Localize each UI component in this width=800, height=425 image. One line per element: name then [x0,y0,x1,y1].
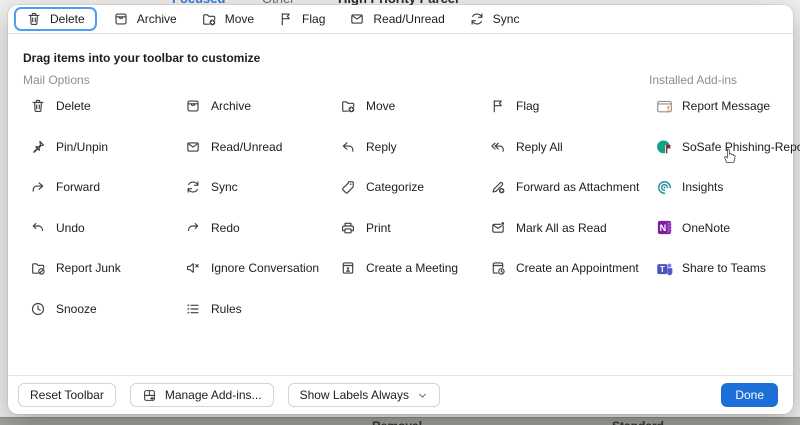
mail-option-ignore-conversation[interactable]: Ignore Conversation [185,260,340,276]
svg-text:N: N [660,223,667,233]
mail-option-undo[interactable]: Undo [30,220,185,236]
reset-toolbar-button[interactable]: Reset Toolbar [18,383,116,407]
pin-icon [30,139,46,155]
toolbar-item-move[interactable]: Move [189,7,266,31]
addin-onenote[interactable]: NOneNote [649,208,789,249]
redo-icon [185,220,201,236]
move-icon [340,98,356,114]
addin-report-message[interactable]: Report Message [649,86,789,127]
print-icon [340,220,356,236]
mail-option-categorize[interactable]: Categorize [340,179,490,195]
read-unread-icon [349,11,365,27]
flag-icon [278,11,294,27]
mail-option-forward[interactable]: Forward [30,179,185,195]
mail-options-header: Mail Options [23,73,90,87]
mail-option-rules[interactable]: Rules [185,301,340,317]
mail-option-read-unread[interactable]: Read/Unread [185,139,340,155]
sync-icon [469,11,485,27]
read-unread-icon [185,139,201,155]
create-meeting-icon [340,260,356,276]
insights-icon [656,179,673,196]
categorize-icon [340,179,356,195]
drag-hint-text: Drag items into your toolbar to customiz… [23,51,260,65]
forward-icon [30,179,46,195]
report-message-icon [656,98,673,115]
mail-option-mark-all-as-read[interactable]: Mark All as Read [490,220,668,236]
mail-option-print[interactable]: Print [340,220,490,236]
ignore-conversation-icon [185,260,201,276]
sync-icon [185,179,201,195]
mail-option-report-junk[interactable]: Report Junk [30,260,185,276]
onenote-icon: N [656,219,673,236]
addin-sosafe-phishing-reportin[interactable]: SoSafe Phishing-Reportin [649,127,789,168]
mail-options-grid: DeleteArchiveMoveFlag Pin/UnpinRead/Unrea… [30,86,668,329]
mark-all-read-icon [490,220,506,236]
mail-option-create-a-meeting[interactable]: Create a Meeting [340,260,490,276]
mail-option-pin-unpin[interactable]: Pin/Unpin [30,139,185,155]
mail-option-snooze[interactable]: Snooze [30,301,185,317]
delete-icon [30,98,46,114]
reply-icon [340,139,356,155]
show-labels-dropdown[interactable]: Show Labels Always [288,383,440,407]
manage-addins-button[interactable]: Manage Add-ins... [130,383,274,407]
addin-insights[interactable]: Insights [649,167,789,208]
mail-option-forward-as-attachment[interactable]: Forward as Attachment [490,179,668,195]
mail-option-sync[interactable]: Sync [185,179,340,195]
toolbar-item-read-unread[interactable]: Read/Unread [337,7,456,31]
installed-addins-header: Installed Add-ins [649,73,737,87]
mail-option-archive[interactable]: Archive [185,98,340,114]
customize-toolbar-dialog: DeleteArchiveMoveFlagRead/UnreadSync Dra… [8,5,793,414]
dialog-footer: Reset Toolbar Manage Add-ins... Show Lab… [8,375,793,414]
toolbar-item-delete[interactable]: Delete [14,7,97,31]
mail-option-flag[interactable]: Flag [490,98,668,114]
bg-fragment-removal: Removal [372,419,422,425]
current-toolbar: DeleteArchiveMoveFlagRead/UnreadSync [8,5,793,34]
mail-option-redo[interactable]: Redo [185,220,340,236]
addins-grid-icon [142,388,157,403]
mail-option-reply-all[interactable]: Reply All [490,139,668,155]
undo-icon [30,220,46,236]
delete-icon [26,11,42,27]
mail-option-delete[interactable]: Delete [30,98,185,114]
sosafe-icon [656,138,673,155]
forward-attachment-icon [490,179,506,195]
reply-all-icon [490,139,506,155]
report-junk-icon [30,260,46,276]
installed-addins-list: Report MessageSoSafe Phishing-ReportinIn… [649,86,789,289]
toolbar-item-archive[interactable]: Archive [101,7,189,31]
rules-icon [185,301,201,317]
toolbar-item-sync[interactable]: Sync [457,7,532,31]
move-icon [201,11,217,27]
snooze-icon [30,301,46,317]
svg-text:T: T [660,265,665,274]
chevron-down-icon [417,390,428,401]
archive-icon [185,98,201,114]
mail-option-move[interactable]: Move [340,98,490,114]
mail-option-reply[interactable]: Reply [340,139,490,155]
done-button[interactable]: Done [721,383,778,407]
create-appointment-icon [490,260,506,276]
archive-icon [113,11,129,27]
teams-icon: T [656,260,673,277]
toolbar-item-flag[interactable]: Flag [266,7,337,31]
bg-fragment-standard: Standard [612,419,664,425]
mail-option-create-an-appointment[interactable]: Create an Appointment [490,260,668,276]
addin-share-to-teams[interactable]: TShare to Teams [649,248,789,289]
flag-icon [490,98,506,114]
